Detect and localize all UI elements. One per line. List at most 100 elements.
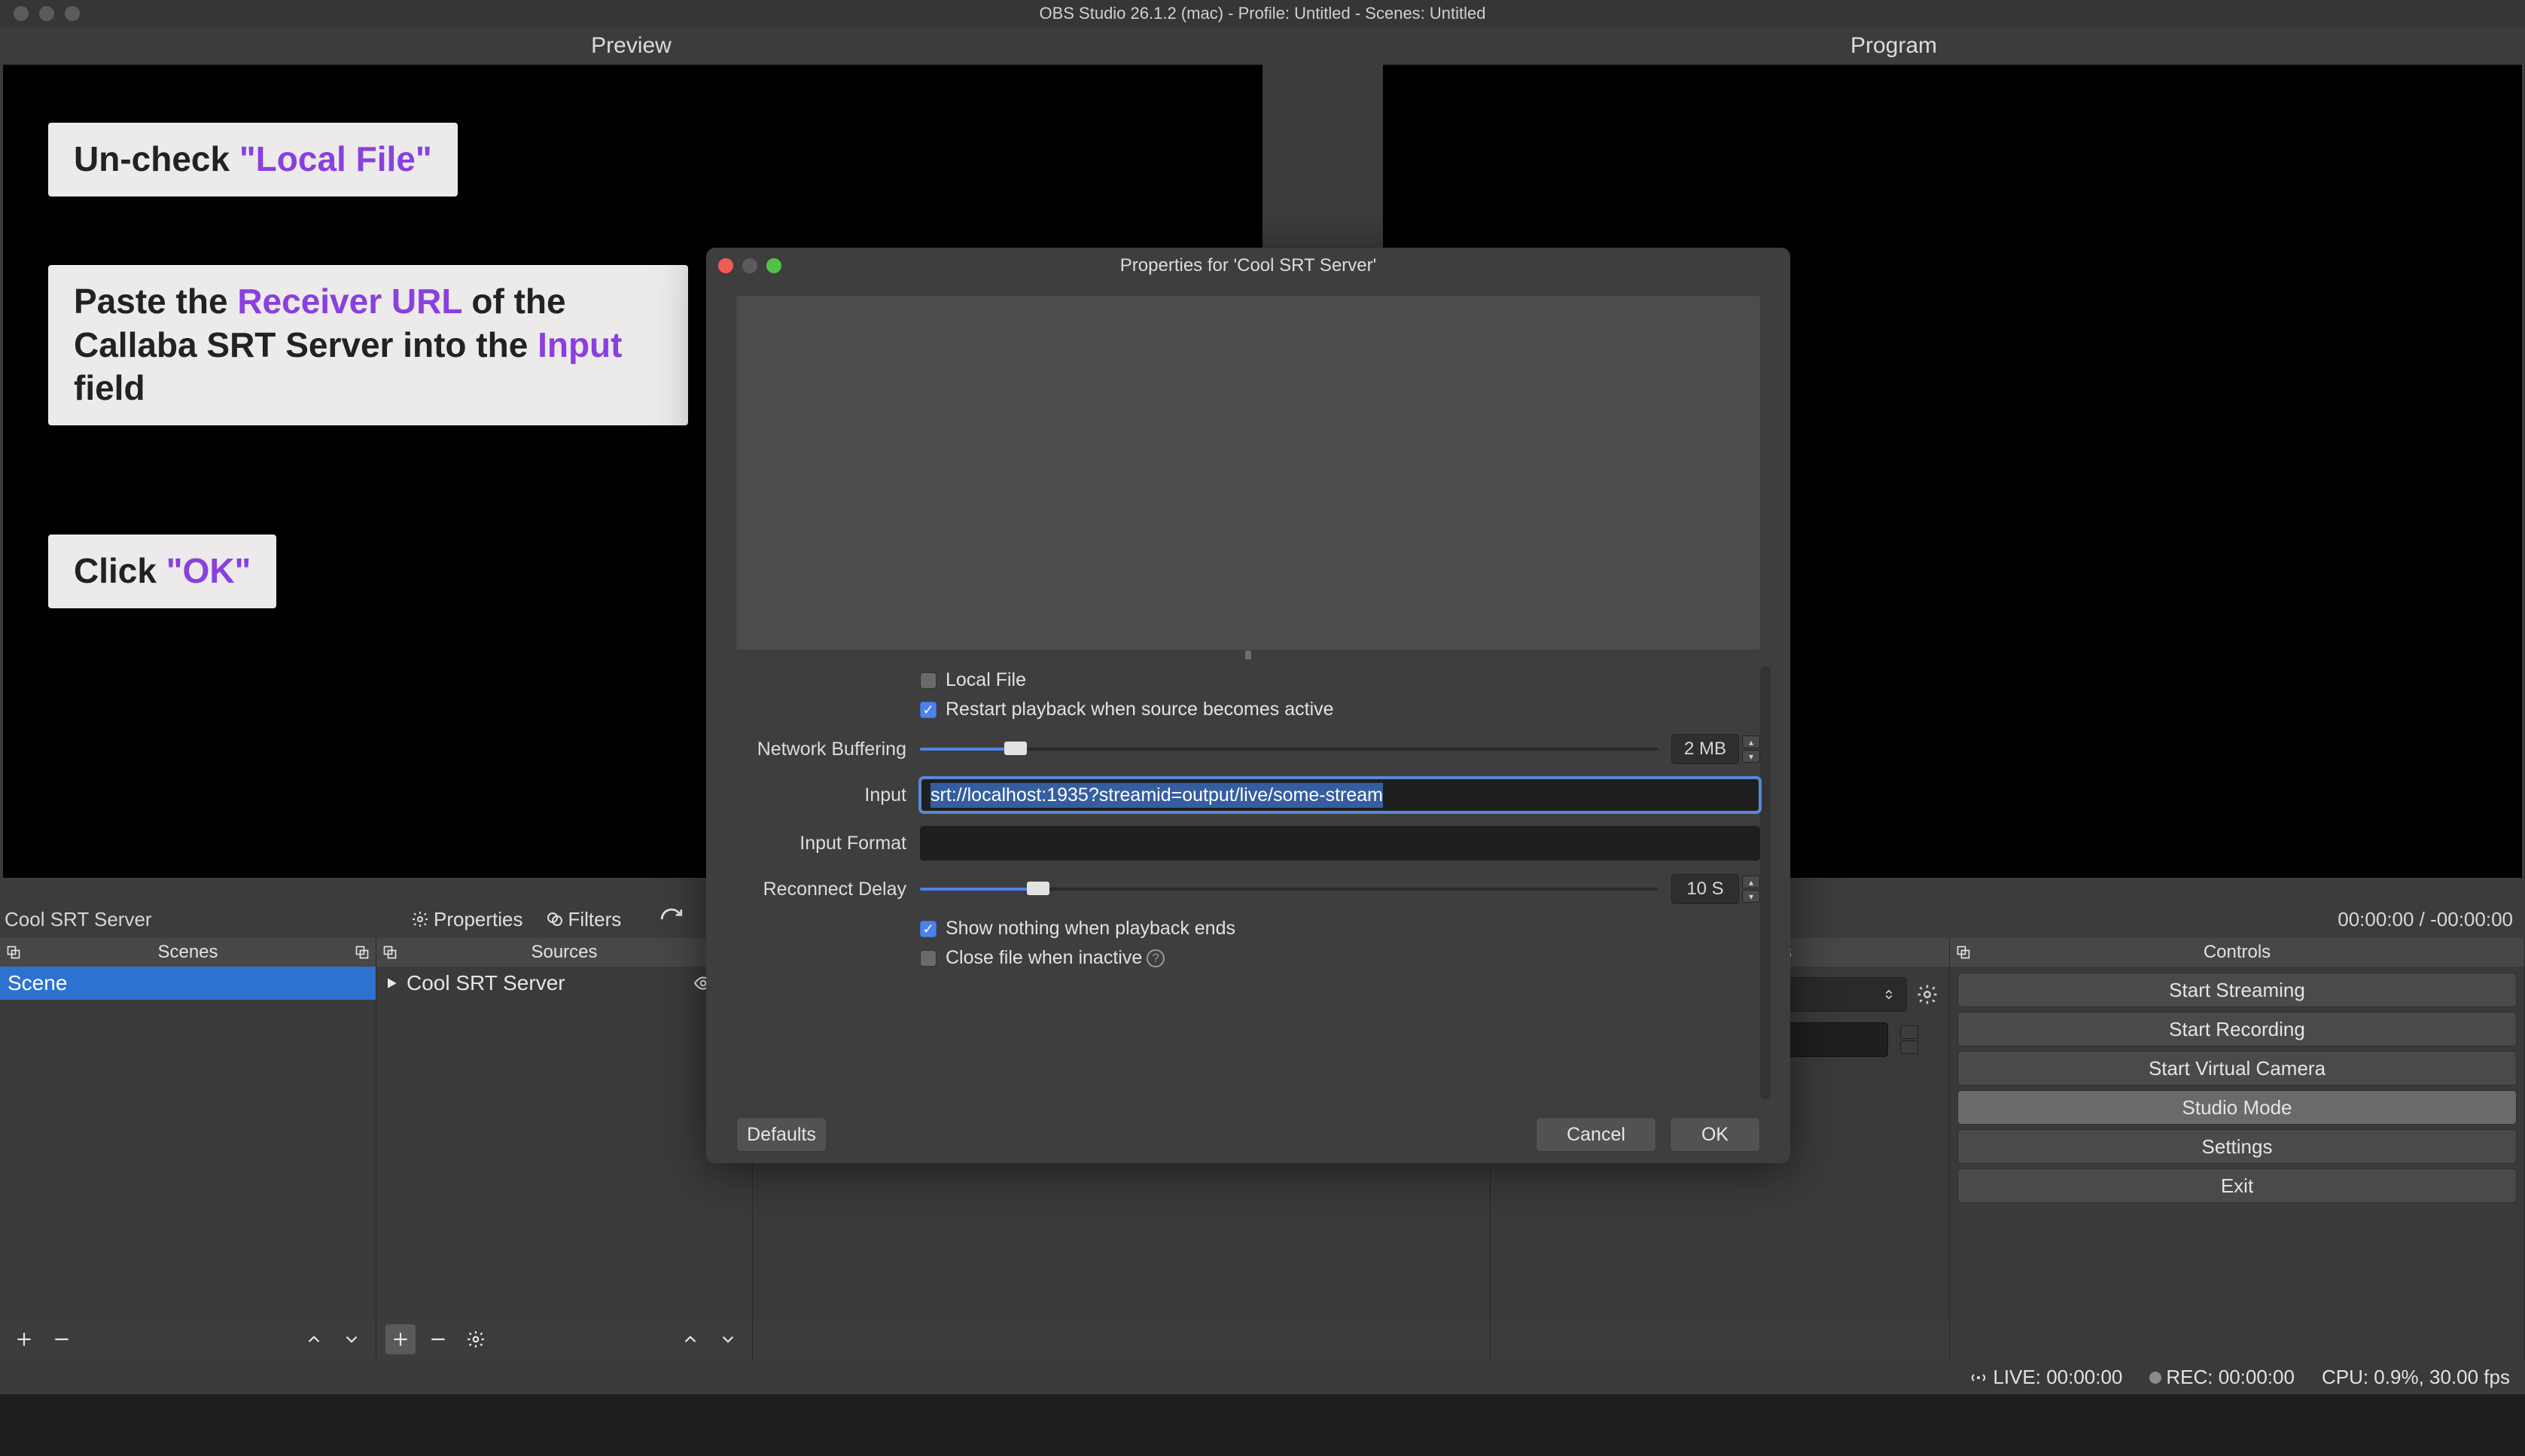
controls-body: Start Streaming Start Recording Start Vi… [1950,967,2524,1360]
refresh-icon [659,906,684,932]
play-icon [384,976,399,991]
scene-item[interactable]: Scene [0,967,376,1000]
reconnect-delay-value[interactable]: 10 S [1671,874,1739,904]
add-button[interactable] [9,1324,39,1354]
record-dot-icon [2149,1372,2161,1384]
restart-playback-label: Restart playback when source becomes act… [946,699,1334,720]
gear-icon [411,910,429,928]
minimize-icon[interactable] [39,6,54,21]
panel-header-sources: Sources [376,938,752,967]
scenes-toolbar [0,1319,376,1360]
annotation-text: Paste the [74,282,237,321]
move-up-button[interactable] [675,1324,705,1354]
filters-label: Filters [568,908,622,931]
program-time: 00:00:00 / -00:00:00 [2338,908,2520,931]
annotation-2: Paste the Receiver URL of the Callaba SR… [48,265,688,425]
remove-button[interactable] [47,1324,77,1354]
chevron-up-icon [304,1330,324,1349]
popout-icon[interactable] [382,945,397,960]
gear-icon[interactable] [1916,983,1939,1006]
panel-sources: Sources Cool SRT Server [376,938,753,1360]
close-inactive-checkbox[interactable]: Close file when inactive ? [920,947,1165,969]
settings-button[interactable] [461,1324,491,1354]
annotation-highlight: Receiver URL [237,282,461,321]
mixer-toolbar [753,1319,1490,1360]
scenes-list[interactable]: Scene [0,967,376,1319]
dialog-splitter[interactable] [706,650,1790,660]
add-button[interactable] [385,1324,416,1354]
zoom-icon[interactable] [65,6,80,21]
move-down-button[interactable] [713,1324,743,1354]
panel-scenes: Scenes Scene [0,938,376,1360]
start-recording-button[interactable]: Start Recording [1957,1012,2517,1046]
input-format-field[interactable] [920,826,1760,861]
broadcast-icon [1969,1369,1987,1387]
defaults-button[interactable]: Defaults [736,1117,827,1152]
annotation-highlight: "Local File" [239,139,432,178]
duration-stepper[interactable] [1900,1025,1918,1054]
remove-button[interactable] [423,1324,453,1354]
sources-toolbar [376,1319,752,1360]
panel-title: Controls [2204,942,2271,963]
local-file-label: Local File [946,669,1026,691]
start-streaming-button[interactable]: Start Streaming [1957,973,2517,1007]
popout-icon[interactable] [355,945,370,960]
annotation-highlight: "OK" [166,551,251,590]
filters-icon [546,910,564,928]
settings-button[interactable]: Settings [1957,1129,2517,1164]
slider-handle[interactable] [1027,882,1049,895]
local-file-checkbox[interactable]: Local File [920,669,1026,691]
move-up-button[interactable] [299,1324,329,1354]
reconnect-delay-slider[interactable] [920,886,1658,892]
chevron-down-icon [342,1330,361,1349]
ok-button[interactable]: OK [1670,1117,1760,1152]
window-title: OBS Studio 26.1.2 (mac) - Profile: Untit… [0,4,2525,23]
annotation-3: Click "OK" [48,535,276,608]
network-buffering-label: Network Buffering [736,739,906,760]
filters-button[interactable]: Filters [546,908,622,931]
popout-icon[interactable] [6,945,21,960]
restart-playback-checkbox[interactable]: Restart playback when source becomes act… [920,699,1334,720]
popout-icon[interactable] [1956,945,1971,960]
checkbox-icon [920,672,937,689]
preview-label: Preview [0,27,1262,65]
minus-icon [428,1330,448,1349]
studio-mode-button[interactable]: Studio Mode [1957,1090,2517,1125]
input-field[interactable]: srt://localhost:1935?streamid=output/liv… [920,778,1760,812]
show-nothing-checkbox[interactable]: Show nothing when playback ends [920,918,1235,940]
network-buffering-stepper[interactable]: ▴▾ [1742,736,1760,763]
annotation-highlight: Input [538,325,622,364]
annotation-1: Un-check "Local File" [48,123,458,196]
start-virtual-camera-button[interactable]: Start Virtual Camera [1957,1051,2517,1086]
panel-title: Sources [531,942,597,963]
annotation-text: Un-check [74,139,239,178]
chevron-up-icon [681,1330,700,1349]
close-icon[interactable] [14,6,29,21]
checkbox-icon [920,921,937,937]
reconnect-delay-label: Reconnect Delay [736,879,906,900]
network-buffering-value[interactable]: 2 MB [1671,734,1739,764]
checkbox-icon [920,950,937,967]
help-icon[interactable]: ? [1147,949,1165,967]
plus-icon [14,1330,34,1349]
panel-header-controls: Controls [1950,938,2524,967]
exit-button[interactable]: Exit [1957,1168,2517,1203]
properties-button[interactable]: Properties [411,908,523,931]
reconnect-delay-stepper[interactable]: ▴▾ [1742,876,1760,903]
dialog-title: Properties for 'Cool SRT Server' [706,255,1790,276]
panel-header-scenes: Scenes [0,938,376,967]
sources-list[interactable]: Cool SRT Server [376,967,752,1319]
dialog-titlebar: Properties for 'Cool SRT Server' [706,248,1790,284]
slider-handle[interactable] [1004,742,1027,755]
gear-icon [466,1330,486,1349]
input-label: Input [736,784,906,806]
refresh-button[interactable] [659,906,684,932]
plus-icon [391,1330,410,1349]
cancel-button[interactable]: Cancel [1536,1117,1656,1152]
source-item[interactable]: Cool SRT Server [376,967,752,1000]
input-value: srt://localhost:1935?streamid=output/liv… [931,783,1383,808]
checkbox-icon [920,702,937,718]
network-buffering-slider[interactable] [920,746,1658,752]
preview-program-row: Preview Program [0,27,2525,65]
move-down-button[interactable] [337,1324,367,1354]
